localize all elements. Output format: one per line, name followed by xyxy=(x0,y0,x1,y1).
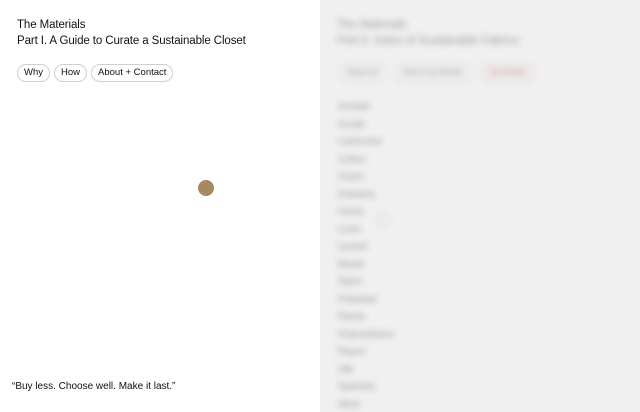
quote: “Buy less. Choose well. Make it last.” xyxy=(12,381,176,392)
material-dot[interactable] xyxy=(198,180,214,196)
nav-about-contact-button[interactable]: About + Contact xyxy=(91,64,174,82)
site-header: The Materials Part I. A Guide to Curate … xyxy=(17,17,246,49)
blurred-materials-panel: The Materials Part II. Index of Sustaina… xyxy=(320,0,640,412)
blurred-content: The Materials Part II. Index of Sustaina… xyxy=(320,0,640,412)
page: The Materials Part I. A Guide to Curate … xyxy=(0,0,640,412)
nav-pills: Why How About + Contact xyxy=(17,64,174,82)
site-subtitle: Part I. A Guide to Curate a Sustainable … xyxy=(17,35,246,47)
nav-why-button[interactable]: Why xyxy=(17,64,50,82)
blurred-material-list: Acetate Acrylic Cashmere Cotton Cupro El… xyxy=(338,101,394,410)
nav-how-button[interactable]: How xyxy=(54,64,88,82)
site-title[interactable]: The Materials xyxy=(17,17,246,33)
blurred-nav: Natural Semi-synthetic Synthetic xyxy=(340,64,535,82)
left-pane: The Materials Part I. A Guide to Curate … xyxy=(0,0,320,412)
blurred-header: The Materials Part II. Index of Sustaina… xyxy=(337,19,520,47)
blurred-circle-marker xyxy=(376,213,390,227)
